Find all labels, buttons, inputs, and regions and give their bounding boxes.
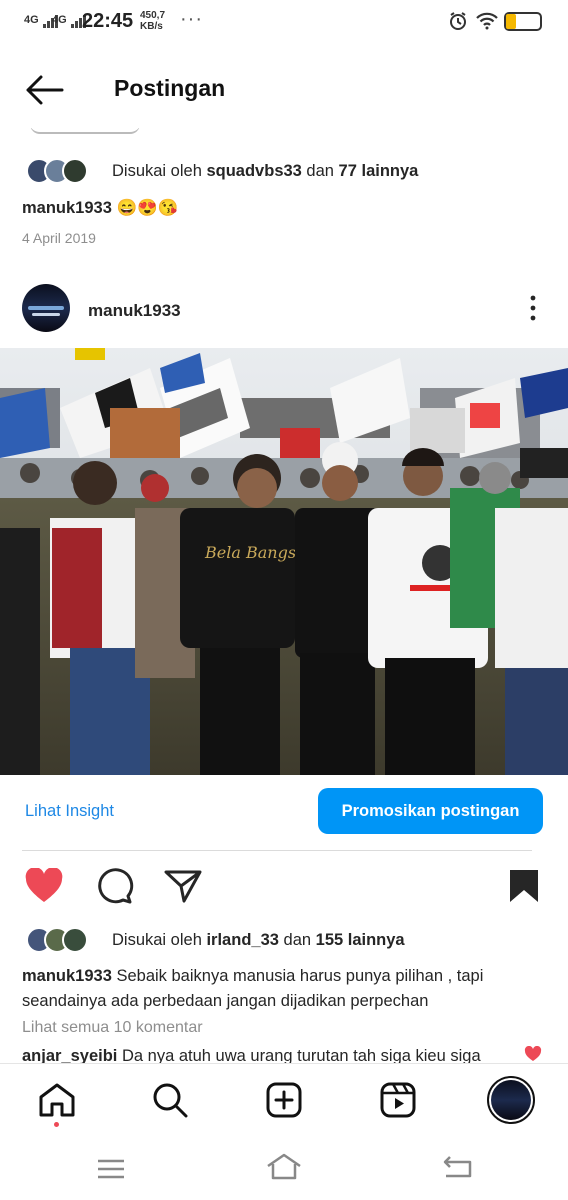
network-speed: 450,7 KB/s: [140, 10, 165, 32]
post-username[interactable]: manuk1933: [88, 301, 181, 321]
notification-dot: [54, 1122, 59, 1127]
clock: 22:45: [82, 10, 134, 32]
network-type-2: 4G: [52, 14, 67, 26]
likes-count[interactable]: 155 lainnya: [316, 931, 405, 949]
network-type-1: 4G: [24, 14, 39, 26]
avatar: [62, 927, 88, 953]
avatar: [62, 158, 88, 184]
likes-user[interactable]: squadvbs33: [206, 162, 301, 180]
divider: [22, 850, 532, 851]
comment-username[interactable]: anjar_syeibi: [22, 1047, 117, 1064]
likes-prefix: Disukai oleh: [112, 931, 207, 949]
likes-summary[interactable]: Disukai oleh squadvbs33 dan 77 lainnya: [112, 162, 418, 181]
likes-prefix: Disukai oleh: [112, 162, 207, 180]
back-button-icon[interactable]: [440, 1154, 474, 1182]
speed-value: 450,7: [140, 10, 166, 21]
view-insights-link[interactable]: Lihat Insight: [25, 802, 114, 821]
promote-post-button[interactable]: Promosikan postingan: [318, 788, 543, 834]
caption-text: 😄😍😘: [111, 199, 179, 217]
liker-avatars[interactable]: [26, 927, 88, 953]
comment-like-heart-icon[interactable]: [524, 1046, 542, 1062]
search-icon[interactable]: [152, 1082, 188, 1118]
view-all-comments-link[interactable]: Lihat semua 10 komentar: [22, 1019, 203, 1037]
caption: manuk1933 Sebaik baiknya manusia harus p…: [22, 964, 542, 1014]
new-post-icon[interactable]: [266, 1082, 302, 1118]
reels-icon[interactable]: [380, 1082, 416, 1118]
post-image[interactable]: Bela Bangsa: [0, 348, 568, 775]
previous-post-image-edge: [30, 128, 140, 136]
send-icon[interactable]: [164, 868, 202, 904]
likes-summary[interactable]: Disukai oleh irland_33 dan 155 lainnya: [112, 931, 405, 950]
comment-icon[interactable]: [94, 866, 134, 906]
speed-unit: KB/s: [140, 21, 163, 32]
battery-icon: [504, 12, 542, 31]
caption-username[interactable]: manuk1933: [22, 967, 112, 985]
back-arrow-icon[interactable]: [24, 72, 64, 108]
comment-text: Da nya atuh uwa urang turutan tah siga k…: [117, 1047, 481, 1064]
page-title: Postingan: [114, 75, 226, 101]
profile-avatar[interactable]: [487, 1076, 535, 1124]
svg-text:Bela Bangsa: Bela Bangsa: [204, 543, 306, 562]
likes-middle: dan: [278, 931, 316, 949]
comment-preview: anjar_syeibi Da nya atuh uwa urang turut…: [22, 1044, 512, 1064]
heart-icon[interactable]: [24, 868, 64, 904]
likes-count[interactable]: 77 lainnya: [339, 162, 419, 180]
home-button-icon[interactable]: [264, 1152, 304, 1182]
avatar[interactable]: [22, 284, 70, 332]
caption-username[interactable]: manuk1933: [22, 199, 112, 217]
bottom-navigation: [0, 1063, 568, 1138]
likes-user[interactable]: irland_33: [206, 931, 278, 949]
menu-icon[interactable]: [96, 1158, 126, 1180]
status-bar: 4G 4G 22:45 450,7 KB/s ···: [0, 0, 568, 44]
bookmark-icon[interactable]: [508, 868, 540, 904]
liker-avatars[interactable]: [26, 158, 88, 184]
post-date: 4 April 2019: [22, 230, 96, 246]
caption: manuk1933 😄😍😘: [22, 196, 178, 221]
alarm-icon: [450, 12, 466, 30]
system-navigation-bar: [0, 1138, 568, 1200]
more-options-icon[interactable]: [524, 294, 542, 322]
home-icon[interactable]: [38, 1082, 76, 1118]
likes-middle: dan: [301, 162, 339, 180]
more-notifications-icon: ···: [180, 8, 203, 30]
wifi-icon: [476, 12, 498, 30]
